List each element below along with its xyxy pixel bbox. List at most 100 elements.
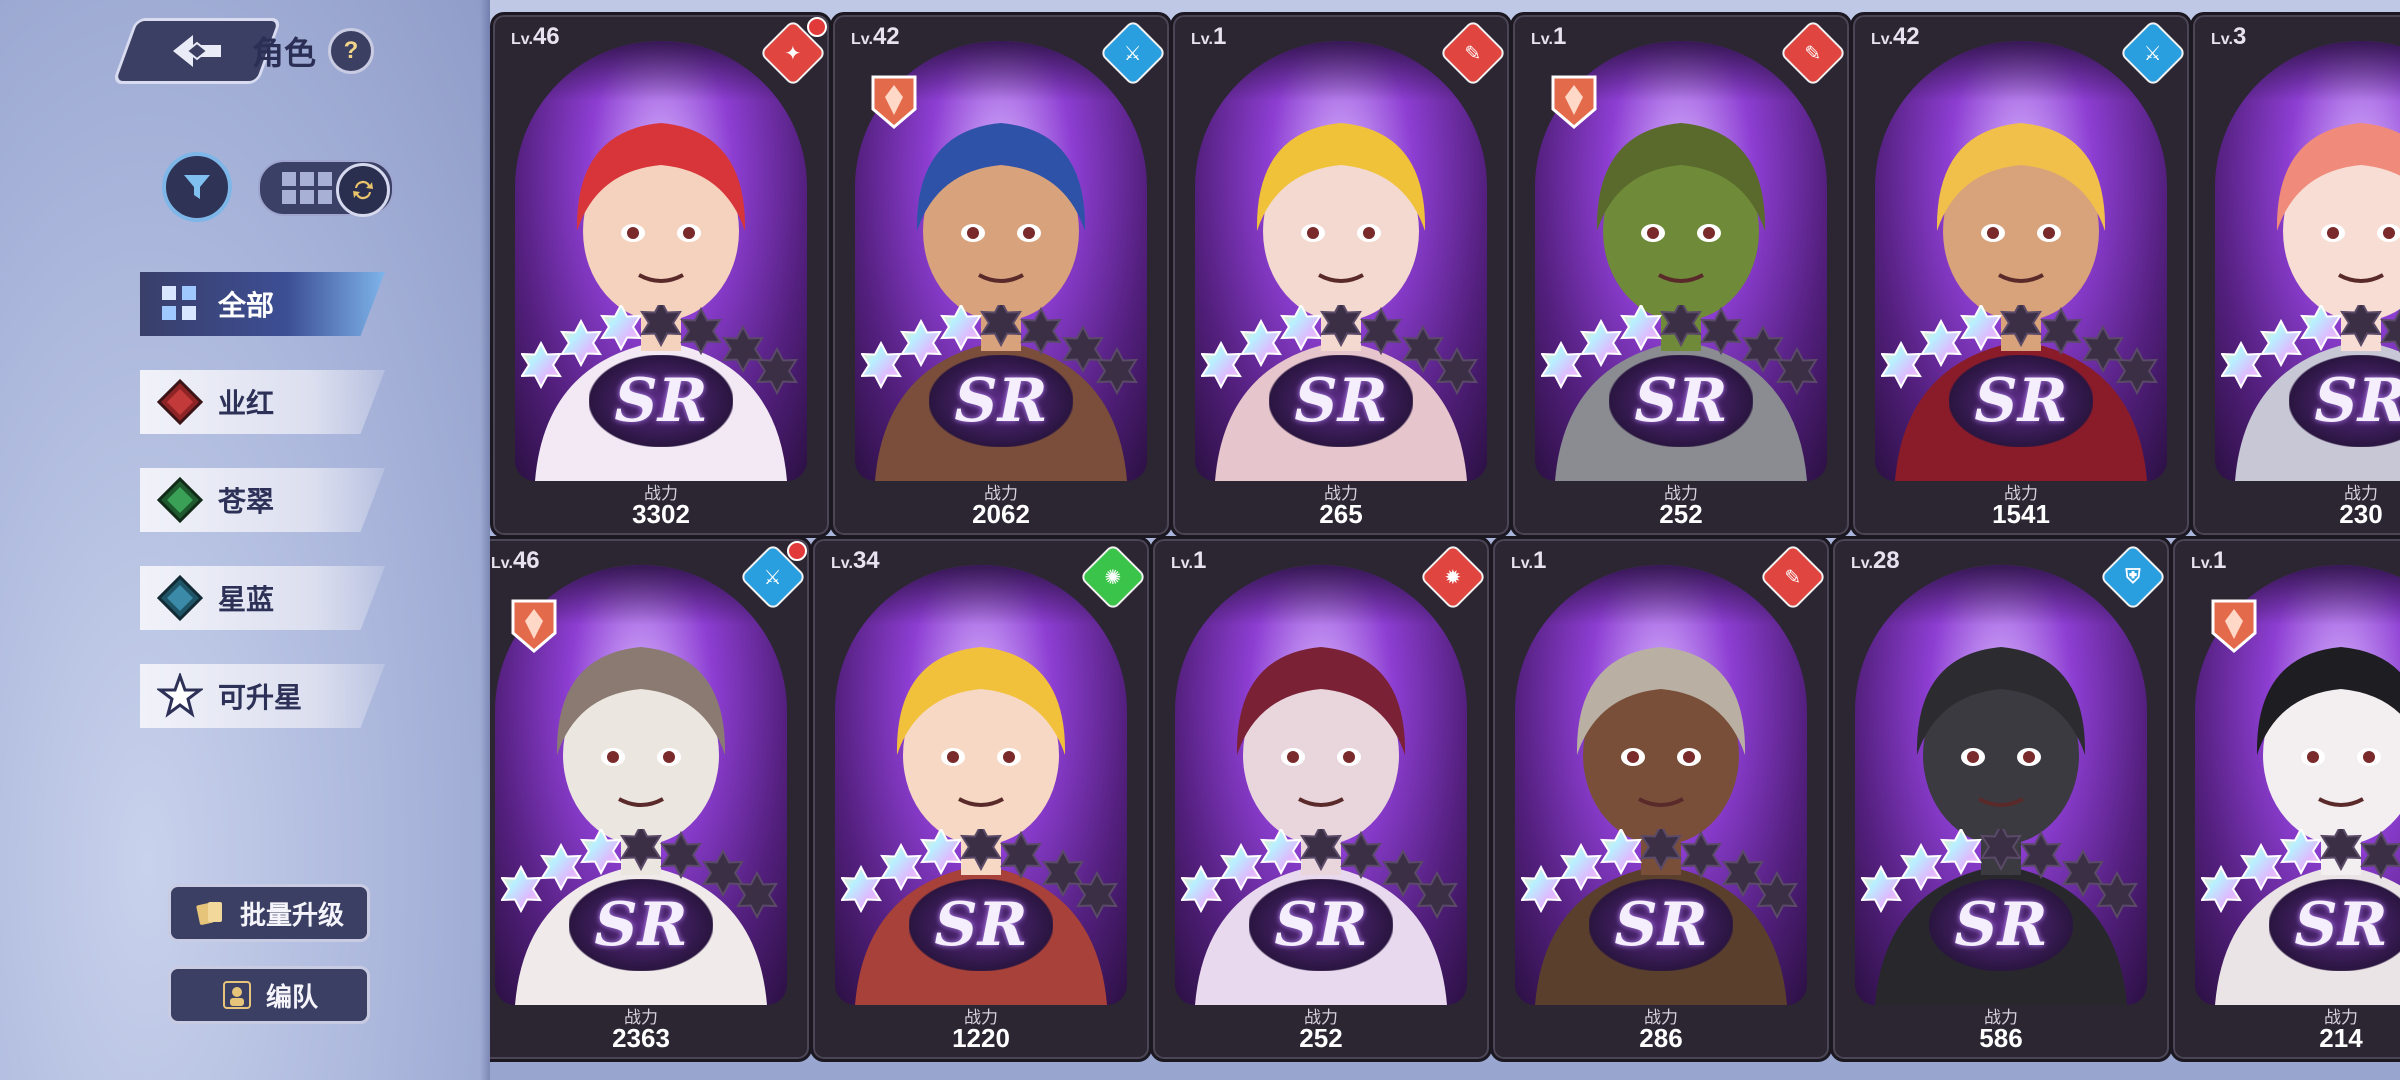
star-icon xyxy=(1860,864,1902,914)
star-icon xyxy=(2300,302,2342,352)
level-value: 1 xyxy=(1212,23,1227,50)
character-card[interactable]: Lv.42 ⚔ SR 战力 1541 xyxy=(1850,12,2192,538)
view-toggle[interactable] xyxy=(258,160,394,217)
level-value: 3 xyxy=(2232,23,2247,50)
formation-button[interactable]: 编队 xyxy=(168,966,370,1024)
power-value: 3302 xyxy=(632,499,690,529)
level-label: Lv.1 xyxy=(1191,23,1227,50)
character-card[interactable]: Lv.1 ✹ SR 战力 252 xyxy=(1150,536,1492,1062)
crest-icon xyxy=(2211,599,2257,653)
star-icon xyxy=(2200,864,2242,914)
grid-icon xyxy=(282,172,332,204)
formation-label: 编队 xyxy=(265,981,318,1012)
tab-upgradeable[interactable]: 可升星 xyxy=(140,664,385,728)
character-card[interactable]: Lv.34 ✺ SR 战力 1220 xyxy=(810,536,1152,1062)
star-icon xyxy=(2360,830,2400,880)
tab-green[interactable]: 苍翠 xyxy=(140,468,385,532)
star-icon xyxy=(736,870,778,920)
level-label: Lv.46 xyxy=(511,23,560,50)
swap-icon xyxy=(353,180,373,200)
rarity-badge: SR xyxy=(1929,879,2073,971)
power-value: 265 xyxy=(1319,499,1363,529)
star-icon xyxy=(1320,298,1362,348)
star-icon xyxy=(2380,308,2400,354)
star-icon xyxy=(1880,340,1922,390)
level-label: Lv.1 xyxy=(1511,547,1547,574)
star-icon xyxy=(840,864,882,914)
tab-all[interactable]: 全部 xyxy=(140,272,385,336)
star-icon xyxy=(680,306,722,356)
level-label: Lv.3 xyxy=(2211,23,2247,50)
star-icon xyxy=(1600,826,1642,876)
level-value: 34 xyxy=(852,547,880,574)
star-icon xyxy=(520,340,562,390)
rarity-badge: SR xyxy=(1269,355,1413,447)
crest-icon xyxy=(1551,75,1597,129)
rarity-badge: SR xyxy=(1589,879,1733,971)
star-icon xyxy=(1360,306,1402,356)
level-value: 1 xyxy=(2212,547,2227,574)
character-card[interactable]: Lv.28 ⛨ SR 战力 586 xyxy=(1830,536,2172,1062)
star-icon xyxy=(860,340,902,390)
help-button[interactable]: ? xyxy=(328,28,374,74)
level-label: Lv.1 xyxy=(1531,23,1567,50)
power-value: 252 xyxy=(1659,499,1703,529)
star-icon xyxy=(1960,302,2002,352)
star-icon xyxy=(660,830,702,880)
batch-upgrade-button[interactable]: 批量升级 xyxy=(168,884,370,942)
filter-button[interactable] xyxy=(162,152,232,222)
star-icon xyxy=(1940,826,1982,876)
star-icon xyxy=(920,826,962,876)
sort-swap-button[interactable] xyxy=(336,163,390,217)
power-value: 230 xyxy=(2339,499,2383,529)
tab-red[interactable]: 业红 xyxy=(140,370,385,434)
crest-icon xyxy=(871,75,917,129)
rarity-badge: SR xyxy=(1609,355,1753,447)
star-icon xyxy=(1980,822,2022,872)
power-value: 214 xyxy=(2319,1023,2363,1053)
crest-icon xyxy=(511,599,557,653)
star-icon xyxy=(1280,302,1322,352)
power-value: 586 xyxy=(1979,1023,2023,1053)
star-icon xyxy=(1300,822,1342,872)
character-card[interactable]: Lv.1 ✎ SR 战力 252 xyxy=(1510,12,1852,538)
character-card[interactable]: Lv.3 ✎ SR 战力 230 xyxy=(2190,12,2400,538)
star-icon xyxy=(620,822,662,872)
power-value: 2062 xyxy=(972,499,1030,529)
batch-upgrade-label: 批量升级 xyxy=(239,899,344,930)
star-icon xyxy=(1436,346,1478,396)
formation-icon xyxy=(222,981,251,1009)
star-icon xyxy=(1340,830,1382,880)
star-icon xyxy=(2040,306,2082,356)
star-icon xyxy=(2116,346,2158,396)
character-card[interactable]: Lv.42 ⚔ SR 战力 2062 xyxy=(830,12,1172,538)
star-icon xyxy=(2340,298,2382,348)
star-icon xyxy=(1096,346,1138,396)
level-value: 42 xyxy=(872,23,900,50)
star-icon xyxy=(2096,870,2138,920)
star-icon xyxy=(756,346,798,396)
star-icon xyxy=(500,864,542,914)
level-value: 46 xyxy=(532,23,560,50)
rarity-badge: SR xyxy=(929,355,1073,447)
star-icon xyxy=(1640,822,1682,872)
rarity-badge: SR xyxy=(1249,879,1393,971)
character-grid: Lv.46 ✦ SR 战力 3302 Lv.42 ⚔ SR 战力 2062 Lv… xyxy=(490,0,2400,1080)
star-icon xyxy=(640,298,682,348)
blue-gem-icon xyxy=(154,572,206,624)
star-icon xyxy=(2280,826,2322,876)
character-card[interactable]: Lv.46 ✦ SR 战力 3302 xyxy=(490,12,832,538)
character-card[interactable]: Lv.1 ✎ SR 战力 286 xyxy=(1490,536,1832,1062)
star-icon xyxy=(1180,864,1222,914)
star-icon xyxy=(2020,830,2062,880)
level-value: 1 xyxy=(1192,547,1207,574)
power-value: 286 xyxy=(1639,1023,1683,1053)
level-label: Lv.34 xyxy=(831,547,880,574)
character-card[interactable]: Lv.46 ⚔ SR 战力 2363 xyxy=(490,536,812,1062)
character-card[interactable]: Lv.1 ✎ SR 战力 265 xyxy=(1170,12,1512,538)
tab-blue[interactable]: 星蓝 xyxy=(140,566,385,630)
notification-dot xyxy=(787,541,807,561)
tab-label: 业红 xyxy=(218,388,275,419)
star-icon xyxy=(1620,302,1662,352)
character-card[interactable]: Lv.1 ✎ SR 战力 214 xyxy=(2170,536,2400,1062)
